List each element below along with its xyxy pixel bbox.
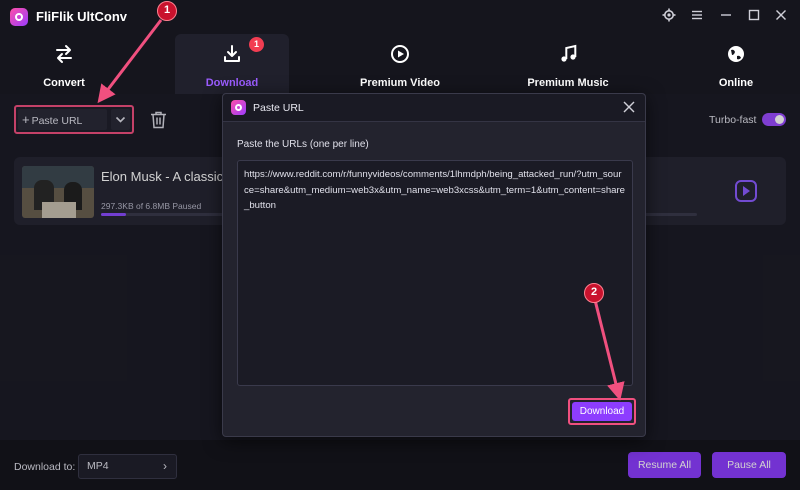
tab-download-label: Download — [205, 77, 259, 89]
dialog-download-button[interactable]: Download — [572, 402, 632, 421]
dialog-title: Paste URL — [253, 102, 304, 114]
close-icon[interactable] — [621, 99, 637, 115]
tab-premium-music[interactable]: Premium Music — [508, 34, 628, 94]
app-logo-icon — [10, 8, 28, 26]
url-textarea[interactable]: https://www.reddit.com/r/funnyvideos/com… — [237, 160, 633, 386]
dialog-header: Paste URL — [223, 94, 645, 122]
app-title: FliFlik UltConv — [36, 9, 127, 24]
tab-convert-label: Convert — [43, 77, 85, 89]
url-input-label: Paste the URLs (one per line) — [237, 139, 369, 150]
tab-premium-video[interactable]: Premium Video — [340, 34, 460, 94]
music-note-icon — [561, 44, 577, 62]
maximize-icon[interactable] — [745, 8, 763, 26]
title-bar: FliFlik UltConv — [0, 0, 800, 34]
step-2-callout: 2 — [584, 283, 604, 303]
download-count-badge: 1 — [249, 37, 264, 52]
minimize-icon[interactable] — [717, 8, 735, 26]
tab-download[interactable]: 1 Download — [175, 34, 289, 94]
dialog-logo-icon — [231, 100, 246, 115]
globe-icon — [728, 46, 744, 62]
settings-gear-icon[interactable] — [660, 8, 678, 26]
tab-online[interactable]: Online — [676, 34, 796, 94]
tab-premium-video-label: Premium Video — [360, 77, 440, 89]
convert-arrows-icon — [56, 45, 72, 63]
close-window-icon[interactable] — [772, 8, 790, 26]
step-1-callout: 1 — [157, 1, 177, 21]
tab-online-label: Online — [718, 77, 754, 89]
download-icon — [224, 45, 240, 62]
paste-url-dialog: Paste URL Paste the URLs (one per line) … — [222, 93, 646, 437]
menu-icon[interactable] — [688, 8, 706, 26]
download-button-highlight: Download — [568, 398, 636, 425]
main-nav: Convert 1 Download Premium Video Premium… — [0, 34, 800, 94]
tab-convert[interactable]: Convert — [8, 34, 120, 94]
tab-premium-music-label: Premium Music — [527, 77, 609, 89]
play-circle-icon — [391, 45, 409, 63]
